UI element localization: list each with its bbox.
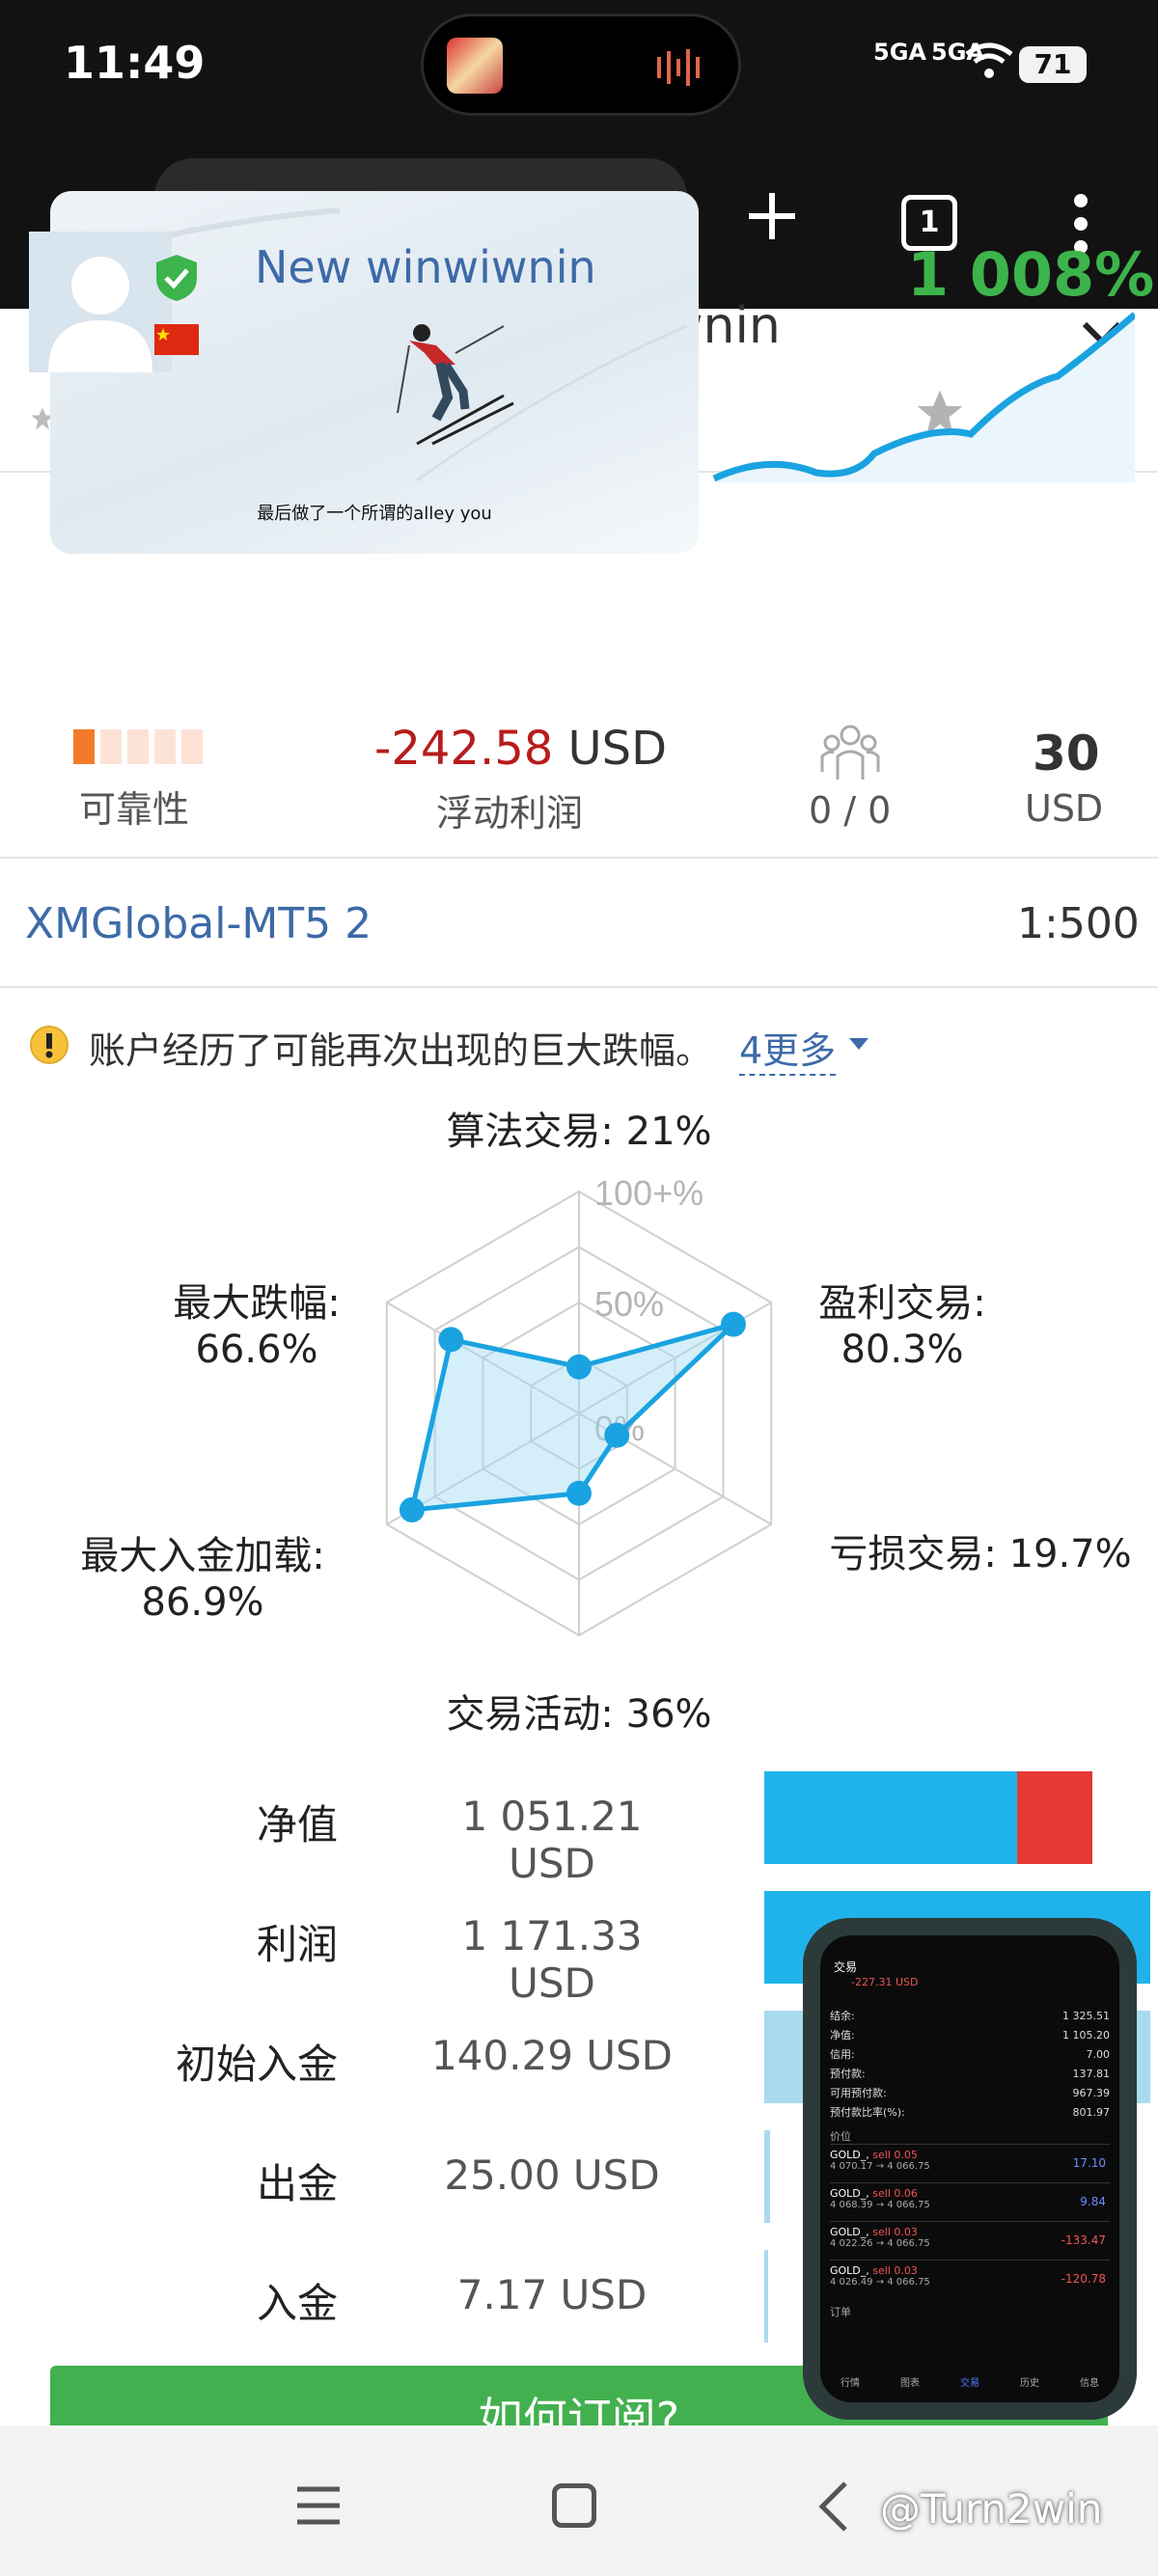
thumb-title: 交易 xyxy=(834,1960,858,1974)
min-deposit-currency: USD xyxy=(1025,787,1104,830)
metric-value: 7.17 USD xyxy=(456,2271,648,2318)
video-subtitle: 最后做了一个所谓的alley you xyxy=(257,504,492,524)
reliability-segment-1 xyxy=(73,729,95,764)
thumb-account-rows: 结余: 1 325.51 净值: 1 105.20 信用: 7.00 预付款: 137.81 可… xyxy=(830,2007,1110,2319)
reliability-segment-4 xyxy=(154,729,176,764)
media-thumbnail xyxy=(447,38,503,94)
thumb-nav-item: 行情 xyxy=(841,2378,860,2389)
leverage: 1:500 xyxy=(1017,899,1140,948)
thumb-order-row: GOLD_, sell 0.05 4 070.17 → 4 066.75 17.10 xyxy=(830,2144,1110,2182)
metric-value: 1 171.33 USD xyxy=(461,1912,643,2007)
caret-down-icon[interactable] xyxy=(847,1036,870,1052)
metric-label: 出金 xyxy=(256,2160,338,2207)
floating-profit-currency: USD xyxy=(567,722,668,776)
china-flag-icon xyxy=(154,324,199,355)
metric-value: 25.00 USD xyxy=(444,2151,660,2199)
radar-series-area xyxy=(408,1322,735,1513)
floating-profit-label: 浮动利润 xyxy=(436,792,584,835)
thumb-section-title: 订单 xyxy=(830,2306,851,2318)
thumb-order-row: GOLD_, sell 0.03 4 022.26 → 4 066.75 -133.… xyxy=(830,2221,1110,2260)
battery-icon: 71 xyxy=(1019,46,1087,83)
back-icon[interactable] xyxy=(816,2480,849,2534)
radar-tick-label: 50% xyxy=(594,1284,664,1324)
watermark: @Turn2win xyxy=(880,2485,1103,2533)
radar-point-4[interactable] xyxy=(566,1480,592,1506)
metric-label: 入金 xyxy=(256,2280,338,2327)
radar-point-2[interactable] xyxy=(720,1311,746,1337)
reliability-bar xyxy=(73,729,203,764)
verified-shield-icon xyxy=(156,255,197,301)
growth-value: 1 008% xyxy=(907,239,1155,310)
thumbnail-screen: 交易 -227.31 USD 结余: 1 325.51 净值: 1 105.20 信用:… xyxy=(820,1935,1119,2402)
subscribers-count: 0 / 0 xyxy=(809,789,892,832)
floating-screenshot-thumbnail[interactable]: 交易 -227.31 USD 结余: 1 325.51 净值: 1 105.20 信用:… xyxy=(803,1918,1137,2420)
growth-sparkline xyxy=(712,312,1135,482)
radar-point-6[interactable] xyxy=(438,1327,464,1353)
thumb-order-row: GOLD_, sell 0.03 4 026.49 → 4 066.75 -120.… xyxy=(830,2260,1110,2298)
thumb-nav-item: 历史 xyxy=(1020,2378,1039,2389)
radar-point-3[interactable] xyxy=(604,1422,630,1448)
warning-icon xyxy=(30,1026,69,1064)
metric-bar xyxy=(764,1771,1017,1864)
thumb-nav-item: 交易 xyxy=(960,2378,979,2389)
home-button[interactable] xyxy=(552,2483,596,2528)
radar-axis-label-4: 交易活动: 36% xyxy=(446,1692,712,1737)
thumb-account-row: 可用预付款: 967.39 xyxy=(830,2087,1110,2099)
thumb-account-row: 预付款比率(%): 801.97 xyxy=(830,2106,1110,2119)
thumb-account-row: 结余: 1 325.51 xyxy=(830,2010,1110,2022)
reliability-segment-3 xyxy=(127,729,149,764)
metric-label: 利润 xyxy=(256,1921,338,1968)
metric-label: 净值 xyxy=(256,1801,338,1849)
thumb-nav-item: 图表 xyxy=(900,2378,920,2389)
server-name[interactable]: XMGlobal-MT5 2 xyxy=(25,899,372,948)
metric-bar xyxy=(1017,1771,1092,1864)
radar-point-5[interactable] xyxy=(399,1496,425,1522)
metric-bar xyxy=(764,2130,770,2223)
signal-label-1: 5GA xyxy=(873,39,926,66)
min-deposit-value: 30 xyxy=(1033,726,1100,781)
thumb-nav-item: 信息 xyxy=(1080,2378,1099,2389)
radar-axis-label-6: 最大跌幅: 66.6% xyxy=(173,1281,341,1372)
metric-value: 1 051.21 USD xyxy=(461,1793,643,1887)
thumb-nav: 行情 图表 交易 历史 信息 xyxy=(820,2374,1119,2389)
warning-more-link[interactable]: 4更多 xyxy=(739,1021,837,1076)
reliability-segment-5 xyxy=(181,729,203,764)
warning-text: 账户经历了可能再次出现的巨大跌幅。 xyxy=(89,1029,713,1072)
thumb-pl: -227.31 USD xyxy=(851,1976,919,1988)
thumb-order-row: GOLD_, sell 0.06 4 068.39 → 4 066.75 9.84 xyxy=(830,2182,1110,2221)
floating-profit-value: -242.58 xyxy=(374,722,554,776)
floating-profit: -242.58 USD xyxy=(374,722,667,776)
radar-axis-label-5: 最大入金加载: 86.9% xyxy=(80,1534,325,1625)
radar-axis-label-3: 亏损交易: 19.7% xyxy=(829,1532,1132,1576)
metric-bar xyxy=(764,2250,768,2343)
thumb-section-title: 价位 xyxy=(830,2130,851,2143)
radar-chart: 0%50%100+% xyxy=(385,1173,773,1637)
thumb-account-row: 信用: 7.00 xyxy=(830,2048,1110,2061)
radar-axis-label-2: 盈利交易: 80.3% xyxy=(818,1281,986,1372)
dynamic-island[interactable] xyxy=(421,14,741,116)
audio-wave-icon xyxy=(657,49,700,86)
metric-value: 140.29 USD xyxy=(430,2032,674,2079)
avatar xyxy=(29,232,172,372)
reliability-segment-2 xyxy=(100,729,122,764)
reliability-label: 可靠性 xyxy=(79,788,190,831)
subscribers-icon xyxy=(820,725,880,780)
user-silhouette-icon xyxy=(48,257,152,372)
recent-apps-icon[interactable] xyxy=(295,2485,342,2526)
radar-point-1[interactable] xyxy=(566,1354,592,1380)
thumb-account-row: 预付款: 137.81 xyxy=(830,2068,1110,2080)
metric-label: 初始入金 xyxy=(175,2041,338,2088)
thumb-account-row: 净值: 1 105.20 xyxy=(830,2029,1110,2042)
wifi-icon xyxy=(965,42,1013,78)
radar-tick-label: 100+% xyxy=(594,1173,703,1213)
signal-title-link[interactable]: New winwiwnin xyxy=(255,241,596,293)
radar-axis-label-1: 算法交易: 21% xyxy=(446,1110,712,1154)
clock: 11:49 xyxy=(64,37,206,89)
